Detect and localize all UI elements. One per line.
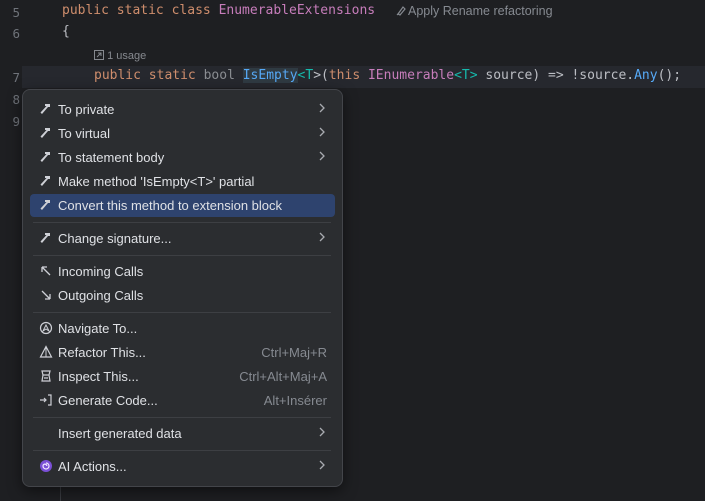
method-name: IsEmpty <box>242 68 298 83</box>
menu-separator <box>33 450 331 451</box>
chevron-right-icon <box>319 460 325 470</box>
generate-icon <box>40 394 52 406</box>
inspect-icon <box>41 370 51 382</box>
menu-item-ai-actions[interactable]: AI Actions... <box>30 455 335 478</box>
chevron-right-icon <box>319 127 325 137</box>
menu-item-to-statement-body[interactable]: To statement body <box>30 146 335 169</box>
code-line-7[interactable]: public static bool IsEmpty<T>(this IEnum… <box>94 68 681 83</box>
chevron-right-icon <box>319 151 325 161</box>
rename-refactoring-hint[interactable]: Apply Rename refactoring <box>396 4 553 18</box>
hammer-icon <box>40 176 50 186</box>
code-line-6[interactable]: { <box>62 24 70 39</box>
context-menu: To private To virtual To statement body … <box>22 89 343 487</box>
hammer-icon <box>40 104 50 114</box>
hammer-icon <box>40 128 50 138</box>
menu-item-to-virtual[interactable]: To virtual <box>30 122 335 145</box>
menu-item-inspect-this[interactable]: Inspect This... Ctrl+Alt+Maj+A <box>30 365 335 388</box>
menu-item-refactor-this[interactable]: Refactor This... Ctrl+Maj+R <box>30 341 335 364</box>
menu-item-convert-extension-block[interactable]: Convert this method to extension block <box>30 194 335 217</box>
hammer-icon <box>40 233 50 243</box>
hammer-icon <box>40 200 50 210</box>
menu-item-navigate-to[interactable]: Navigate To... <box>30 317 335 340</box>
navigate-icon <box>39 321 53 335</box>
arrow-down-right-icon <box>41 290 51 300</box>
menu-separator <box>33 417 331 418</box>
menu-separator <box>33 255 331 256</box>
rename-icon <box>396 6 406 16</box>
menu-item-outgoing-calls[interactable]: Outgoing Calls <box>30 284 335 307</box>
menu-item-incoming-calls[interactable]: Incoming Calls <box>30 260 335 283</box>
menu-item-to-private[interactable]: To private <box>30 98 335 121</box>
line-number: 9 <box>12 114 20 129</box>
chevron-right-icon <box>319 232 325 242</box>
chevron-right-icon <box>319 103 325 113</box>
refactor-icon <box>39 345 53 358</box>
hammer-icon <box>40 152 50 162</box>
menu-separator <box>33 222 331 223</box>
menu-item-make-partial[interactable]: Make method 'IsEmpty<T>' partial <box>30 170 335 193</box>
menu-item-insert-generated-data[interactable]: Insert generated data <box>30 422 335 445</box>
line-number: 5 <box>12 5 20 20</box>
ai-spiral-icon <box>40 460 52 472</box>
chevron-right-icon <box>319 427 325 437</box>
usage-hint[interactable]: 1 usage <box>94 50 146 62</box>
line-number: 6 <box>12 26 20 41</box>
line-number: 8 <box>12 92 20 107</box>
line-number: 7 <box>12 70 20 85</box>
menu-separator <box>33 312 331 313</box>
class-name: EnumerableExtensions <box>218 3 376 18</box>
arrow-up-left-icon <box>41 266 51 276</box>
menu-item-change-signature[interactable]: Change signature... <box>30 227 335 250</box>
menu-item-generate-code[interactable]: Generate Code... Alt+Insérer <box>30 389 335 412</box>
code-line-5[interactable]: public static class EnumerableExtensions <box>62 3 375 18</box>
usage-arrow-icon <box>94 50 104 60</box>
